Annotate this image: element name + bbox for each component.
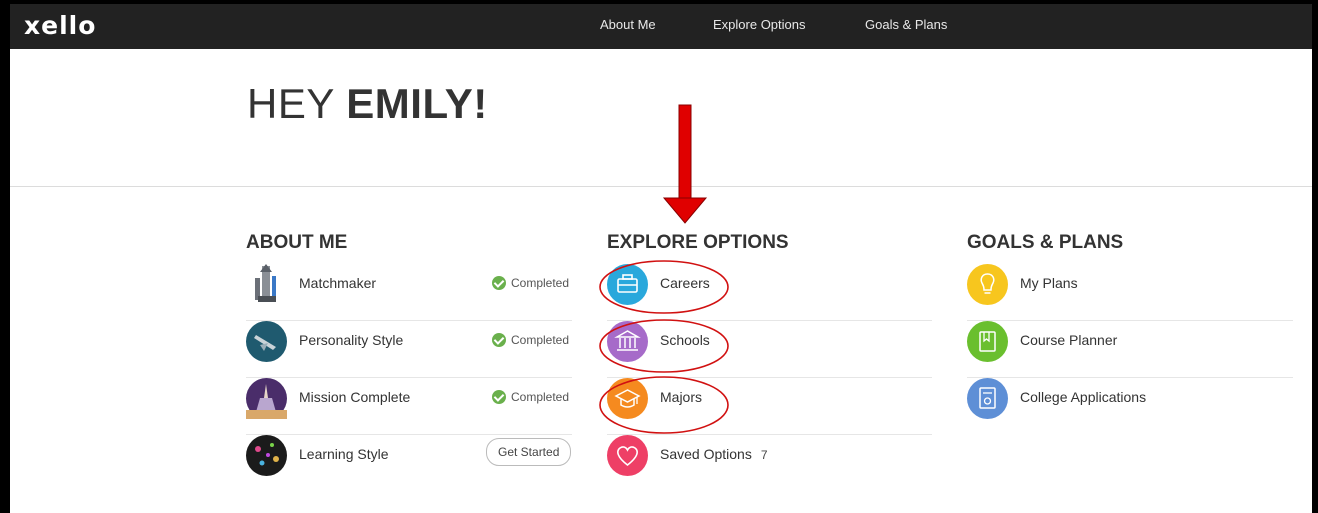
page-greeting: HEY EMILY! (247, 80, 488, 128)
learning-style-icon (246, 435, 287, 476)
completed-check-icon (492, 333, 506, 347)
saved-options-count: 7 (760, 448, 768, 462)
about-me-item-learning-style[interactable]: Learning Style Get Started (246, 435, 572, 492)
schools-label: Schools (660, 332, 710, 348)
goals-item-my-plans[interactable]: My Plans (967, 264, 1293, 321)
briefcase-icon (607, 264, 648, 305)
college-applications-label: College Applications (1020, 389, 1147, 405)
goals-item-college-applications[interactable]: College Applications (967, 378, 1293, 435)
explore-item-careers[interactable]: Careers (607, 264, 932, 321)
personality-style-label: Personality Style (299, 332, 404, 348)
about-me-item-matchmaker[interactable]: Matchmaker Completed (246, 264, 572, 321)
explore-options-section: EXPLORE OPTIONS Careers Schools Majors S… (607, 232, 932, 476)
mission-complete-icon (246, 378, 287, 419)
about-me-item-mission-complete[interactable]: Mission Complete Completed (246, 378, 572, 435)
heart-icon (607, 435, 648, 476)
nav-explore-options[interactable]: Explore Options (713, 17, 806, 32)
explore-item-saved-options[interactable]: Saved Options 7 (607, 435, 932, 492)
about-me-item-personality-style[interactable]: Personality Style Completed (246, 321, 572, 378)
graduation-cap-icon (607, 378, 648, 419)
course-planner-label: Course Planner (1020, 332, 1118, 348)
goals-item-course-planner[interactable]: Course Planner (967, 321, 1293, 378)
mission-complete-status-text: Completed (511, 390, 570, 404)
goals-plans-section: GOALS & PLANS My Plans Course Planner Co… (967, 232, 1293, 419)
mission-complete-status: Completed (492, 390, 569, 404)
section-divider (10, 186, 1312, 187)
learning-style-label: Learning Style (299, 446, 389, 462)
explore-item-schools[interactable]: Schools (607, 321, 932, 378)
about-me-section: ABOUT ME Matchmaker Completed Personalit… (246, 232, 572, 476)
majors-label: Majors (660, 389, 703, 405)
xello-logo[interactable]: xello (24, 11, 96, 40)
completed-check-icon (492, 276, 506, 290)
careers-label: Careers (660, 275, 710, 291)
goals-plans-heading: GOALS & PLANS (967, 232, 1124, 253)
personality-style-icon (246, 321, 287, 362)
saved-options-text: Saved Options (660, 446, 752, 462)
my-plans-label: My Plans (1020, 275, 1078, 291)
matchmaker-status: Completed (492, 276, 569, 290)
saved-options-label: Saved Options 7 (660, 446, 768, 462)
matchmaker-label: Matchmaker (299, 275, 377, 291)
nav-goals-plans[interactable]: Goals & Plans (865, 17, 947, 32)
explore-item-majors[interactable]: Majors (607, 378, 932, 435)
about-me-heading: ABOUT ME (246, 232, 348, 253)
matchmaker-rocket-icon (246, 264, 287, 305)
matchmaker-status-text: Completed (511, 276, 570, 290)
lightbulb-icon (967, 264, 1008, 305)
completed-check-icon (492, 390, 506, 404)
building-icon (607, 321, 648, 362)
application-certificate-icon (967, 378, 1008, 419)
personality-style-status: Completed (492, 333, 569, 347)
book-icon (967, 321, 1008, 362)
mission-complete-label: Mission Complete (299, 389, 411, 405)
personality-style-status-text: Completed (511, 333, 570, 347)
nav-about-me[interactable]: About Me (600, 17, 656, 32)
greeting-prefix: HEY (247, 80, 335, 127)
explore-options-heading: EXPLORE OPTIONS (607, 232, 789, 253)
top-navigation-bar: xello About Me Explore Options Goals & P… (10, 4, 1312, 49)
greeting-name: EMILY! (346, 80, 488, 127)
get-started-button[interactable]: Get Started (486, 438, 572, 466)
